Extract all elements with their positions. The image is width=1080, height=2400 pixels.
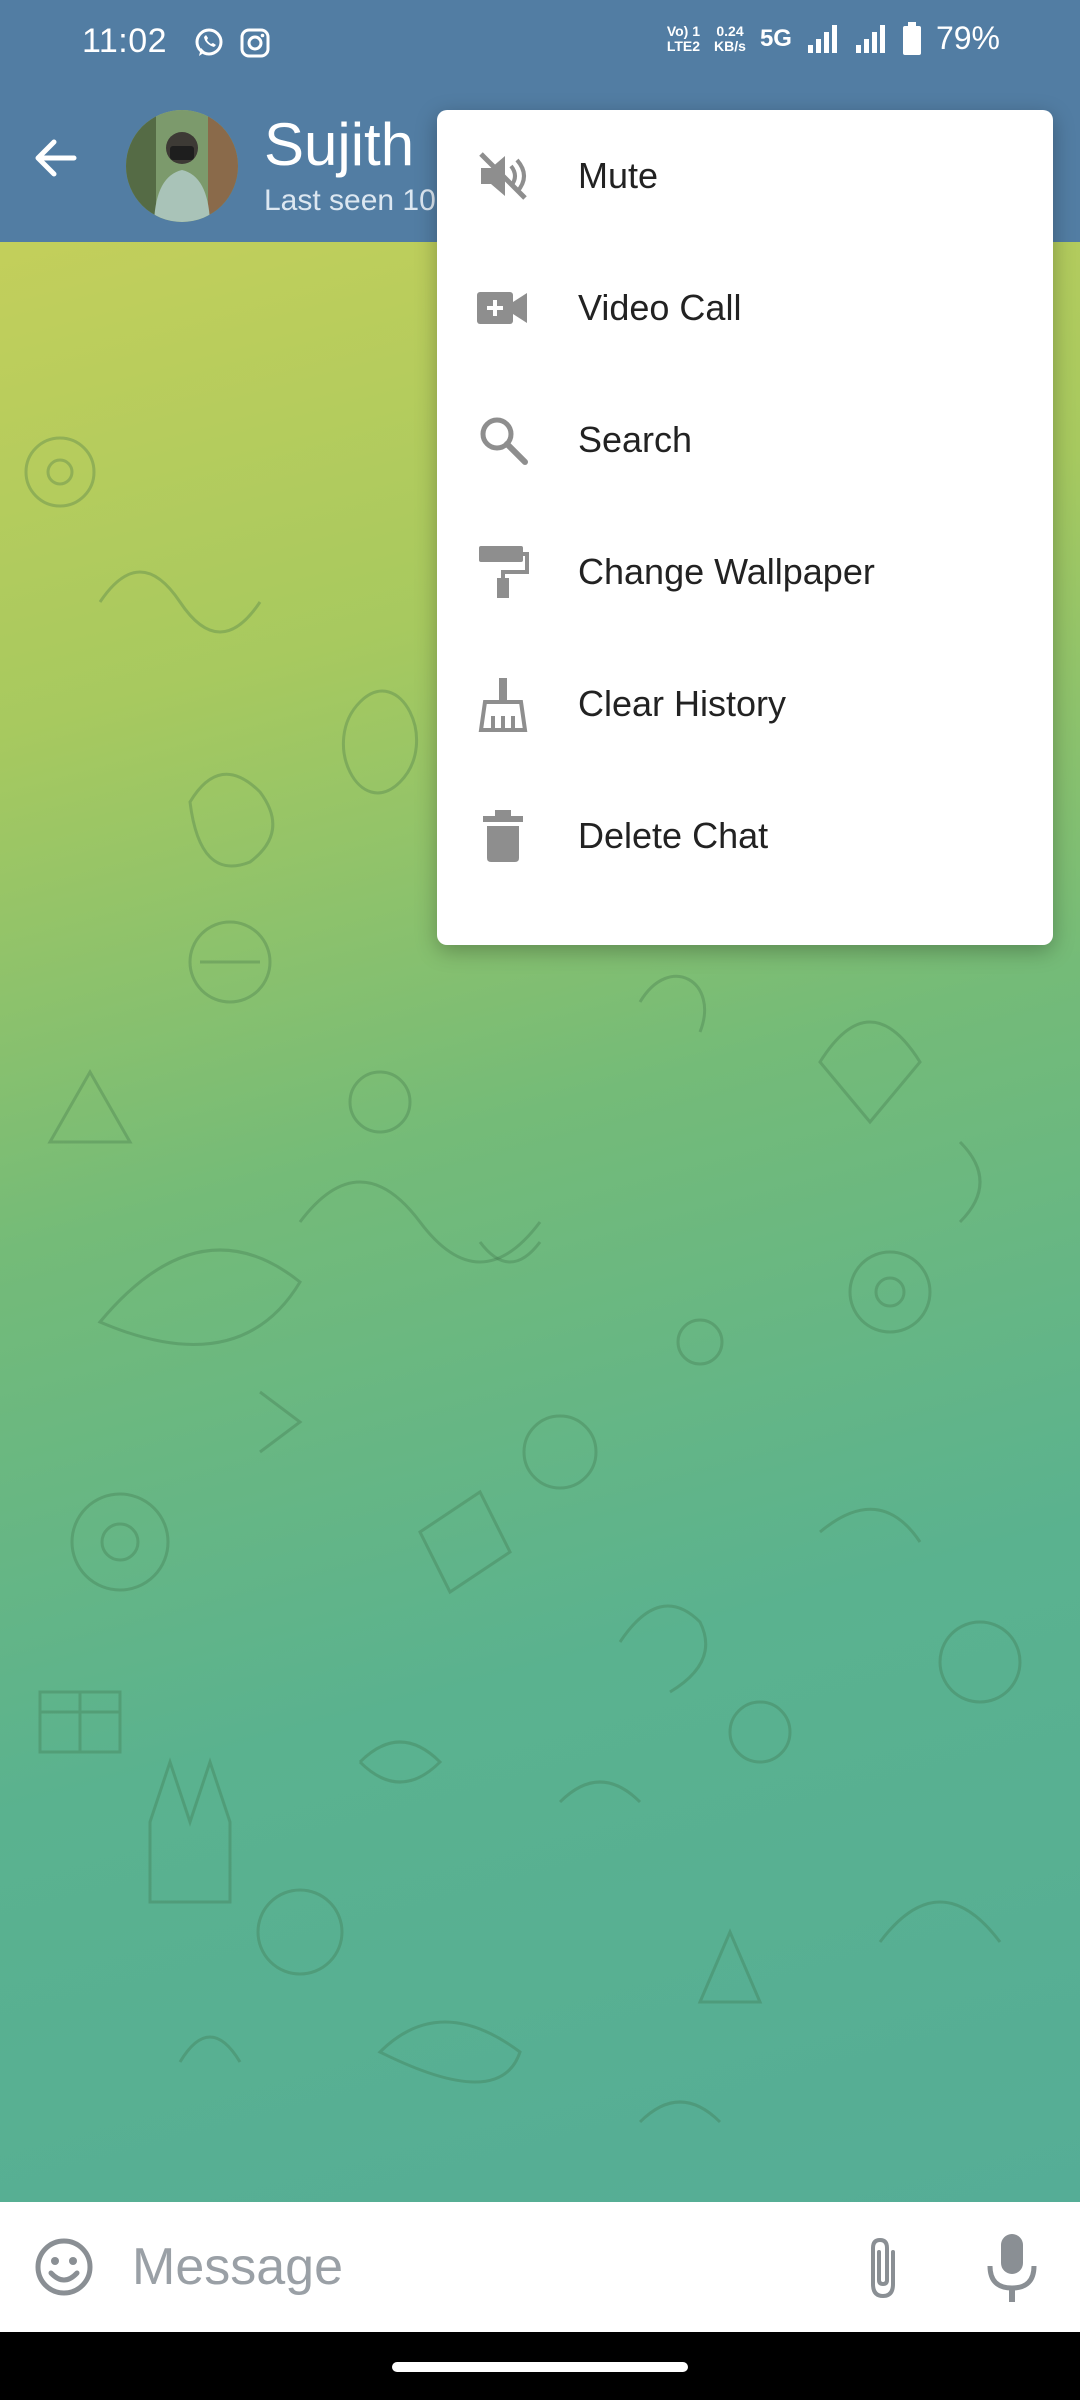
battery-icon [902, 21, 921, 55]
speed-unit: KB/s [714, 37, 746, 54]
broom-icon [475, 676, 531, 732]
menu-item-clear-history[interactable]: Clear History [437, 638, 1053, 770]
signal-icon-2 [855, 24, 885, 53]
video-call-icon [475, 280, 531, 336]
avatar[interactable] [126, 110, 238, 222]
lte-label: LTE2 [666, 37, 701, 54]
menu-item-mute[interactable]: Mute [437, 110, 1053, 242]
chat-options-menu: Mute Video Call Search Change Wallpaper … [437, 110, 1053, 945]
back-arrow-icon[interactable] [28, 130, 84, 186]
volte-label: Vo) 1 [666, 22, 701, 39]
chat-screen: 11:02 Vo) 1 LTE2 0.24 KB/s 5G 79% Sujith… [0, 0, 1080, 2400]
battery-percent: 79% [935, 20, 1000, 56]
avatar-photo [126, 110, 238, 222]
system-nav-bar [0, 2332, 1080, 2400]
instagram-icon [240, 28, 270, 58]
network-type: 5G [759, 24, 792, 52]
search-icon [475, 412, 531, 468]
paint-roller-icon [475, 544, 531, 600]
whatsapp-icon [195, 28, 223, 56]
mute-icon [475, 148, 531, 204]
status-bar: 11:02 Vo) 1 LTE2 0.24 KB/s 5G 79% [0, 0, 1080, 90]
menu-label-clear-history: Clear History [578, 683, 787, 724]
menu-label-change-wallpaper: Change Wallpaper [578, 551, 875, 592]
menu-item-search[interactable]: Search [437, 374, 1053, 506]
trash-icon [475, 808, 531, 864]
contact-name[interactable]: Sujith [264, 110, 414, 179]
menu-label-video-call: Video Call [578, 287, 742, 328]
message-composer [0, 2202, 1080, 2332]
menu-label-mute: Mute [578, 155, 659, 196]
menu-item-delete-chat[interactable]: Delete Chat [437, 770, 1053, 902]
attach-icon[interactable] [855, 2234, 911, 2300]
menu-item-change-wallpaper[interactable]: Change Wallpaper [437, 506, 1053, 638]
menu-label-search: Search [578, 419, 693, 460]
microphone-icon[interactable] [980, 2230, 1044, 2306]
message-input[interactable] [132, 2232, 772, 2302]
status-indicators: Vo) 1 LTE2 0.24 KB/s 5G 79% [667, 20, 1000, 57]
menu-item-video-call[interactable]: Video Call [437, 242, 1053, 374]
emoji-icon[interactable] [32, 2235, 96, 2299]
status-app-icons [192, 26, 272, 60]
signal-icon [807, 24, 837, 53]
speed-value: 0.24 [716, 22, 744, 39]
network-speed: 0.24 KB/s [714, 22, 746, 54]
volte-indicator: Vo) 1 LTE2 [666, 22, 701, 54]
menu-label-delete-chat: Delete Chat [578, 815, 769, 856]
last-seen: Last seen 10 [264, 184, 436, 217]
status-time: 11:02 [82, 22, 168, 60]
home-gesture-handle[interactable] [392, 2362, 688, 2372]
